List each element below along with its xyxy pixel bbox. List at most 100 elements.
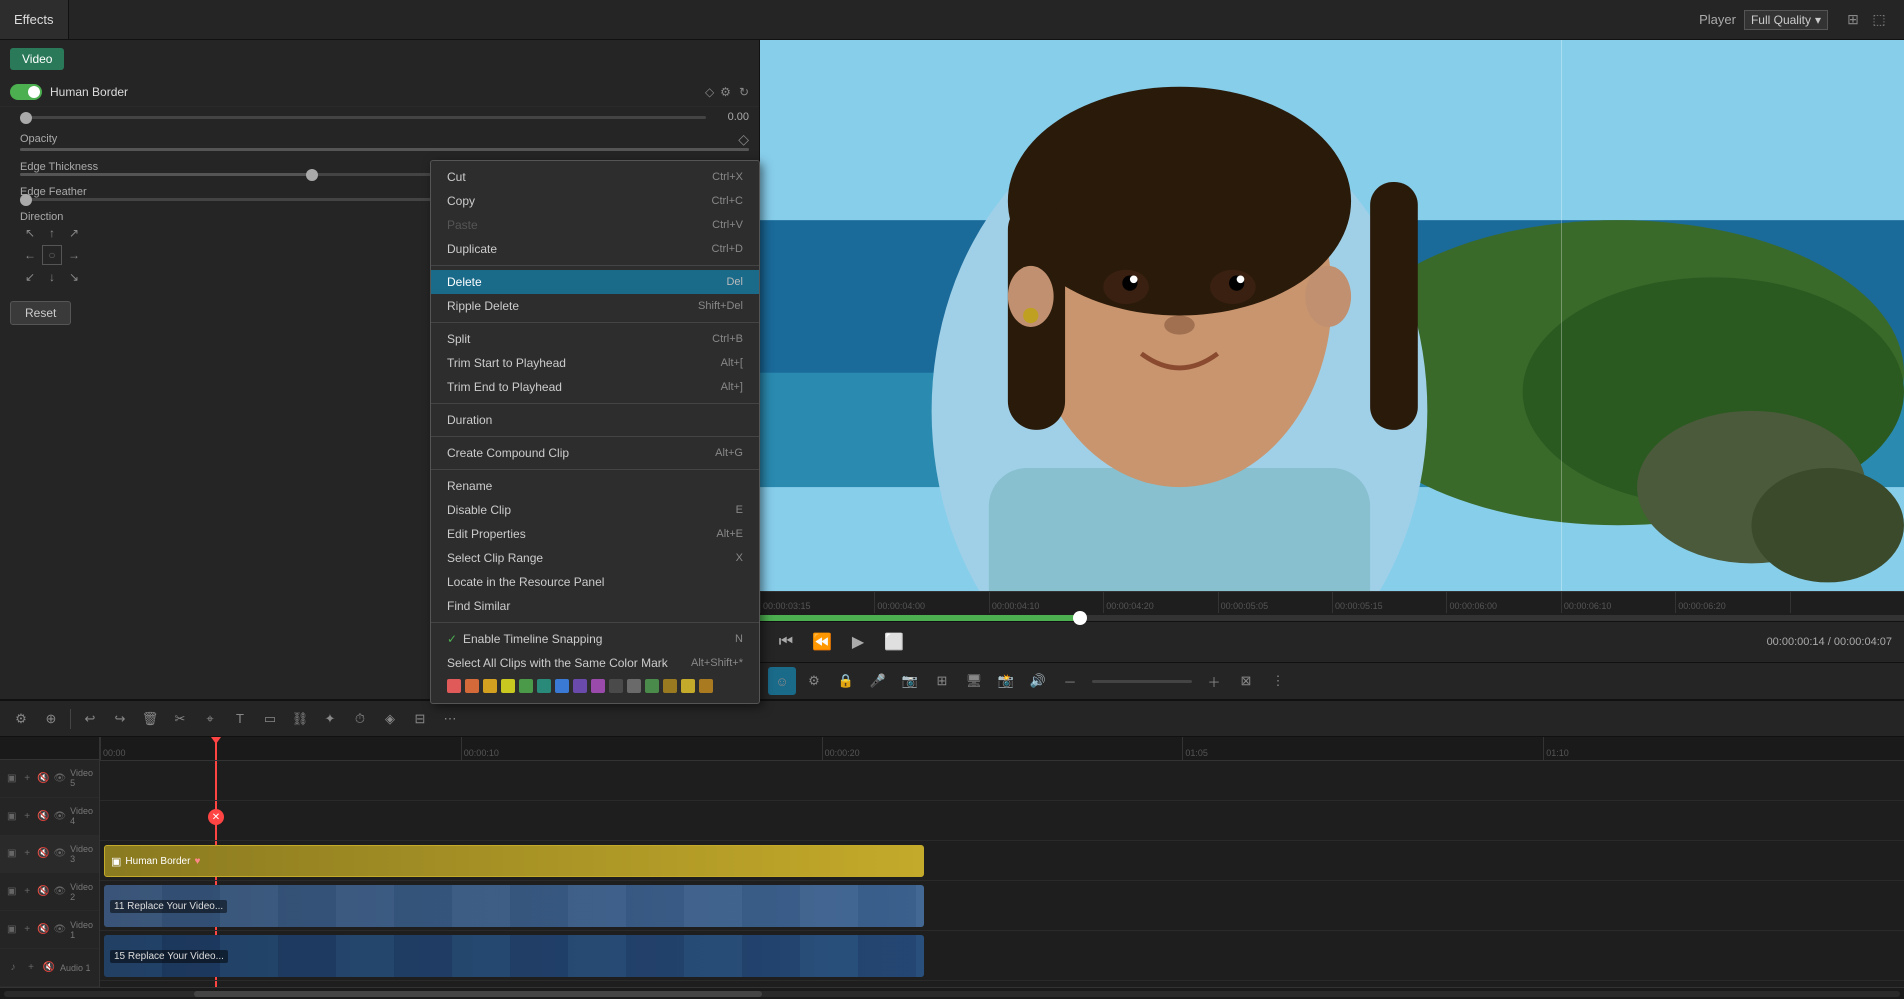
quality-select[interactable]: Full Quality ▾ [1744,10,1828,30]
dir-down[interactable]: ↓ [42,267,62,287]
track-video4-vis[interactable]: 👁 [53,809,66,823]
player-progress-bar[interactable] [760,615,1904,621]
screenshot-btn[interactable]: 📸 [992,667,1020,695]
dir-down-left[interactable]: ↙ [20,267,40,287]
timeline-scrollbar[interactable] [0,987,1904,999]
zoom-out-btn[interactable]: － [1056,667,1084,695]
track-video5-mute[interactable]: 🔇 [37,771,49,785]
menu-compound-clip[interactable]: Create Compound Clip Alt+G [431,441,759,465]
tl-timer-btn[interactable]: ⏱ [347,706,373,732]
swatch-dark-gray[interactable] [609,679,623,693]
menu-locate-resource[interactable]: Locate in the Resource Panel [431,570,759,594]
swatch-green[interactable] [519,679,533,693]
swatch-yellow-dark[interactable] [483,679,497,693]
menu-ripple-delete[interactable]: Ripple Delete Shift+Del [431,294,759,318]
tl-more-btn[interactable]: ⋯ [437,706,463,732]
clip-human-border[interactable]: ▣ Human Border ♥ [104,845,924,877]
effect-toggle[interactable] [10,84,42,100]
tl-redo-btn[interactable]: ↪ [107,706,133,732]
track-video2-mute[interactable]: 🔇 [37,885,49,899]
swatch-yellow[interactable] [501,679,515,693]
track-video4-mute[interactable]: 🔇 [37,809,49,823]
dir-up[interactable]: ↑ [42,223,62,243]
menu-select-color-mark[interactable]: Select All Clips with the Same Color Mar… [431,651,759,675]
effects-tab[interactable]: Effects [0,0,69,39]
gear-icon[interactable]: ⚙ [720,85,731,99]
opacity-slider[interactable] [20,148,749,151]
monitor-btn[interactable]: 🖥 [960,667,988,695]
menu-rename[interactable]: Rename [431,474,759,498]
menu-trim-start[interactable]: Trim Start to Playhead Alt+[ [431,351,759,375]
tl-delete-btn[interactable]: 🗑 [137,706,163,732]
diamond-icon[interactable]: ◇ [705,85,714,99]
swatch-teal[interactable] [537,679,551,693]
track-video3-mute[interactable]: 🔇 [37,847,49,861]
tl-rect-btn[interactable]: ▭ [257,706,283,732]
main-slider-track[interactable] [20,116,706,119]
external-icon[interactable]: ⬚ [1870,11,1888,29]
timeline-tracks[interactable]: 00:00 00:00:10 00:00:20 01:05 01:10 [100,737,1904,987]
menu-trim-end[interactable]: Trim End to Playhead Alt+] [431,375,759,399]
track-video5-add[interactable]: + [21,771,32,785]
menu-delete[interactable]: Delete Del [431,270,759,294]
track-video1-add[interactable]: + [21,923,32,937]
play-button[interactable]: ▶ [844,628,872,656]
track-video5-vis[interactable]: 👁 [53,771,66,785]
stop-button[interactable]: ⬜ [880,628,908,656]
track-audio1-add[interactable]: + [24,961,38,975]
track-row-video1[interactable]: 15 Replace Your Video... [100,931,1904,981]
overlay-btn[interactable]: ⊞ [928,667,956,695]
video-tab[interactable]: Video [10,48,64,70]
menu-split[interactable]: Split Ctrl+B [431,327,759,351]
rewind-button[interactable]: ⏮ [772,628,800,656]
volume-btn[interactable]: 🔊 [1024,667,1052,695]
track-video3-add[interactable]: + [21,847,32,861]
dir-down-right[interactable]: ↘ [64,267,84,287]
swatch-blue[interactable] [555,679,569,693]
menu-find-similar[interactable]: Find Similar [431,594,759,618]
track-row-video3[interactable]: ▣ Human Border ♥ [100,841,1904,881]
swatch-violet[interactable] [591,679,605,693]
tl-undo-btn[interactable]: ↩ [77,706,103,732]
fit-btn[interactable]: ⊠ [1232,667,1260,695]
scrollbar-track[interactable] [4,991,1900,997]
dir-up-left[interactable]: ↖ [20,223,40,243]
swatch-olive[interactable] [645,679,659,693]
zoom-in-btn[interactable]: ＋ [1200,667,1228,695]
dir-up-right[interactable]: ↗ [64,223,84,243]
swatch-red[interactable] [447,679,461,693]
swatch-bronze[interactable] [699,679,713,693]
menu-duration[interactable]: Duration [431,408,759,432]
reset-button[interactable]: Reset [10,301,71,325]
menu-disable-clip[interactable]: Disable Clip E [431,498,759,522]
menu-duplicate[interactable]: Duplicate Ctrl+D [431,237,759,261]
tl-link-btn[interactable]: ⛓ [287,706,313,732]
zoom-slider[interactable] [1092,680,1192,683]
tl-add-btn[interactable]: ⊕ [38,706,64,732]
swatch-purple[interactable] [573,679,587,693]
track-video3-vis[interactable]: 👁 [53,847,66,861]
tl-text-btn[interactable]: T [227,706,253,732]
track-video2-add[interactable]: + [21,885,32,899]
swatch-orange[interactable] [465,679,479,693]
swatch-gray[interactable] [627,679,641,693]
tl-split-btn[interactable]: ✂ [167,706,193,732]
tl-layout-btn[interactable]: ⊟ [407,706,433,732]
menu-cut[interactable]: Cut Ctrl+X [431,165,759,189]
tl-effect-btn[interactable]: ✦ [317,706,343,732]
track-video4-add[interactable]: + [21,809,32,823]
tl-marker-btn[interactable]: ◈ [377,706,403,732]
tl-cut-btn[interactable]: ⌖ [197,706,223,732]
track-row-video2[interactable]: 11 Replace Your Video... [100,881,1904,931]
dir-center[interactable]: ○ [42,245,62,265]
tl-settings-btn[interactable]: ⚙ [8,706,34,732]
clip-video2[interactable]: 11 Replace Your Video... [104,885,924,927]
swatch-light-gold[interactable] [681,679,695,693]
camera-btn[interactable]: 📷 [896,667,924,695]
swatch-gold[interactable] [663,679,677,693]
refresh-icon[interactable]: ↻ [739,85,749,99]
dir-left[interactable]: ← [20,245,40,265]
mic-btn[interactable]: 🎤 [864,667,892,695]
grid-icon[interactable]: ⊞ [1844,11,1862,29]
track-video1-vis[interactable]: 👁 [53,923,66,937]
